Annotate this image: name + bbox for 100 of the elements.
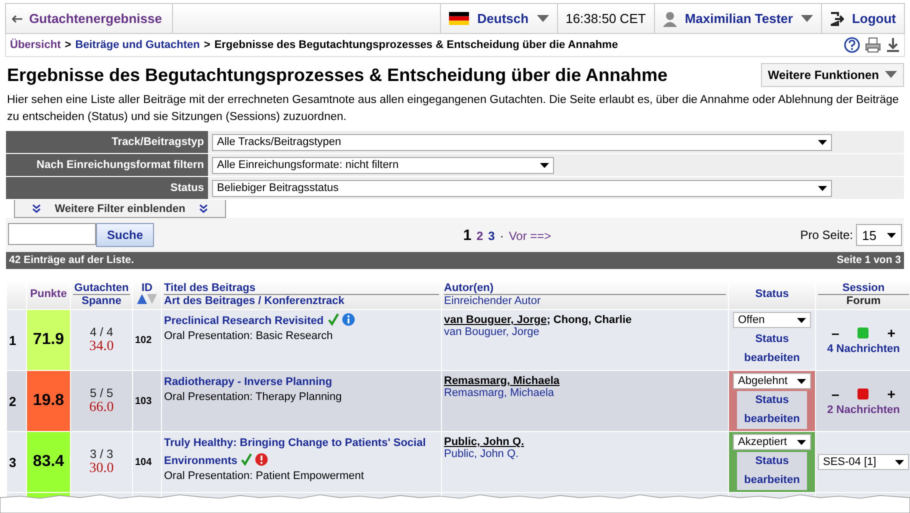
score-spread: 66.0 xyxy=(88,400,115,416)
sort-arrows-icon[interactable] xyxy=(137,294,157,304)
filter-dropdown[interactable]: Beliebiger Beitragsstatus xyxy=(212,180,832,196)
column-header[interactable]: Spanne xyxy=(73,294,130,306)
paper-track: Oral Presentation: Therapy Planning xyxy=(164,391,343,403)
language-selector[interactable]: Deutsch xyxy=(440,4,557,33)
page-title: Ergebnisse des Begutachtungsprozesses & Entscheidung über die Annahme xyxy=(7,64,668,86)
page-link[interactable]: 2 xyxy=(476,228,484,242)
filter-dropdown[interactable]: Alle Tracks/Beitragstypen xyxy=(212,134,832,150)
dropdown-arrow-icon xyxy=(797,318,806,322)
download-icon[interactable] xyxy=(886,37,900,53)
dropdown-arrow-icon xyxy=(887,232,896,238)
page-description: Hier sehen eine Liste aller Beiträge mit der errechneten Gesamtnote aus allen eingegangenen Gutachten. Die Seite erlaubt es, über die Annahme oder Ablehnung der Beiträge zu entscheiden (Status) und sie Sitzungen (Sessions) zuzuordnen. xyxy=(7,93,900,125)
review-count: 3 / 3 xyxy=(88,447,114,461)
score-cell: 19.8 xyxy=(27,371,70,431)
filter-label: Track/Beitragstyp xyxy=(6,131,208,153)
per-page-label: Pro Seite: xyxy=(800,228,853,242)
score-spread: 34.0 xyxy=(88,339,115,355)
paper-id: 103 xyxy=(135,396,152,406)
edit-status-link[interactable]: Status bearbeiten xyxy=(737,452,807,490)
edit-status-link[interactable]: Status bearbeiten xyxy=(737,391,807,429)
breadcrumb-link[interactable]: Beiträge und Gutachten xyxy=(75,39,200,51)
column-header[interactable]: Einreichender Autor xyxy=(444,294,726,306)
column-header[interactable]: Gutachten xyxy=(73,282,130,294)
status-dropdown[interactable]: Abgelehnt xyxy=(733,373,811,389)
paper-title-link[interactable]: Environments xyxy=(164,455,238,467)
review-count: 4 / 4 xyxy=(88,325,114,339)
dropdown-arrow-icon xyxy=(797,378,806,384)
logout-button[interactable]: Logout xyxy=(820,4,904,33)
status-dropdown[interactable]: Akzeptiert xyxy=(733,434,811,450)
breadcrumb-link[interactable]: Übersicht xyxy=(10,39,61,51)
expand-button[interactable]: + xyxy=(887,325,896,341)
session-dropdown[interactable]: SES-04 [1] xyxy=(818,454,909,470)
score-cell: 83.4 xyxy=(27,432,70,492)
submitter-link[interactable]: van Bouguer, Jorge xyxy=(444,326,726,338)
filter-dropdown[interactable]: Alle Einreichungsformate: nicht filtern xyxy=(212,156,554,174)
column-header[interactable]: Session xyxy=(818,282,909,294)
paper-title-link[interactable]: Truly Healthy: Bringing Change to Patients' Social xyxy=(164,437,426,449)
alert-icon[interactable] xyxy=(255,453,268,466)
expand-button[interactable]: + xyxy=(887,386,896,402)
edit-status-link[interactable]: Status bearbeiten xyxy=(737,330,807,368)
dropdown-arrow-icon xyxy=(540,162,549,168)
collapse-button[interactable]: – xyxy=(832,325,840,341)
page-link[interactable]: 1 xyxy=(463,226,472,244)
paper-track: Oral Presentation: Patient Empowerment xyxy=(164,470,365,482)
page-indicator: Seite 1 von 3 xyxy=(836,253,901,268)
score-spread: 30.0 xyxy=(88,461,115,477)
german-flag-icon xyxy=(449,12,470,25)
column-header[interactable]: Titel des Beitrags xyxy=(164,282,439,294)
paper-title-link[interactable]: Preclinical Research Revisited xyxy=(164,315,324,327)
collapse-button[interactable]: – xyxy=(832,386,840,402)
row-number: 2 xyxy=(9,394,16,408)
row-number: 1 xyxy=(9,332,16,348)
author-name: van Bouguer, Jorge xyxy=(444,314,547,326)
author-name: Public, John Q. xyxy=(444,436,524,448)
clock-time: 16:38:50 CET xyxy=(566,11,646,26)
column-header[interactable]: Art des Beitrages / Konferenztrack xyxy=(164,294,439,306)
dropdown-arrow-icon xyxy=(818,186,827,190)
dropdown-arrow-icon xyxy=(797,440,806,444)
breadcrumb-separator: > xyxy=(64,39,72,51)
messages-link[interactable]: 4 Nachrichten xyxy=(827,343,900,355)
search-button[interactable]: Suche xyxy=(96,223,154,247)
dropdown-arrow-icon xyxy=(895,460,904,464)
column-header[interactable]: Autor(en) xyxy=(444,282,726,294)
submitter-link[interactable]: Public, John Q. xyxy=(444,448,726,460)
author-name: ; Chong, Charlie xyxy=(546,314,632,326)
paper-title-link[interactable]: Radiotherapy - Inverse Planning xyxy=(164,376,332,388)
more-filters-button[interactable]: Weitere Filter einblenden xyxy=(14,200,226,218)
dropdown-arrow-icon xyxy=(818,140,827,144)
pagination-separator: · xyxy=(500,228,504,242)
entry-count: 42 Einträge auf der Liste. xyxy=(9,253,134,268)
row-number: 3 xyxy=(9,454,16,470)
help-icon[interactable] xyxy=(844,37,860,53)
breadcrumb-current[interactable]: Ergebnisse des Begutachtungsprozesses & Entscheidung über die Annahme xyxy=(214,39,618,51)
status-dropdown[interactable]: Offen xyxy=(733,312,811,328)
more-functions-button[interactable]: Weitere Funktionen xyxy=(760,63,904,87)
caret-icon xyxy=(536,14,549,22)
filter-label: Nach Einreichungsformat filtern xyxy=(6,154,208,176)
review-count: 5 / 5 xyxy=(88,386,114,400)
info-icon[interactable] xyxy=(342,313,355,326)
search-field[interactable] xyxy=(8,223,96,245)
messages-link[interactable]: 2 Nachrichten xyxy=(827,404,900,416)
per-page-dropdown[interactable]: 15 xyxy=(856,224,902,246)
breadcrumb-separator: > xyxy=(204,39,210,51)
score-cell: 71.9 xyxy=(27,310,70,370)
column-header: Forum xyxy=(845,294,882,306)
user-menu[interactable]: Maximilian Tester xyxy=(654,4,821,33)
caret-icon xyxy=(800,14,813,22)
page-link[interactable]: 3 xyxy=(488,228,495,242)
paper-id: 104 xyxy=(135,456,152,468)
next-page-link[interactable]: Vor ==> xyxy=(508,228,552,242)
caret-icon xyxy=(885,71,897,79)
back-link[interactable]: Gutachtenergebnisse xyxy=(6,4,173,33)
paper-track: Oral Presentation: Basic Research xyxy=(164,330,334,342)
logout-icon xyxy=(830,12,844,26)
print-icon[interactable] xyxy=(865,37,881,53)
column-header: Status xyxy=(755,288,789,300)
filter-label: Status xyxy=(6,177,208,199)
author-name: Remasmarg, Michaela xyxy=(444,375,560,387)
submitter-link[interactable]: Remasmarg, Michaela xyxy=(444,387,726,399)
